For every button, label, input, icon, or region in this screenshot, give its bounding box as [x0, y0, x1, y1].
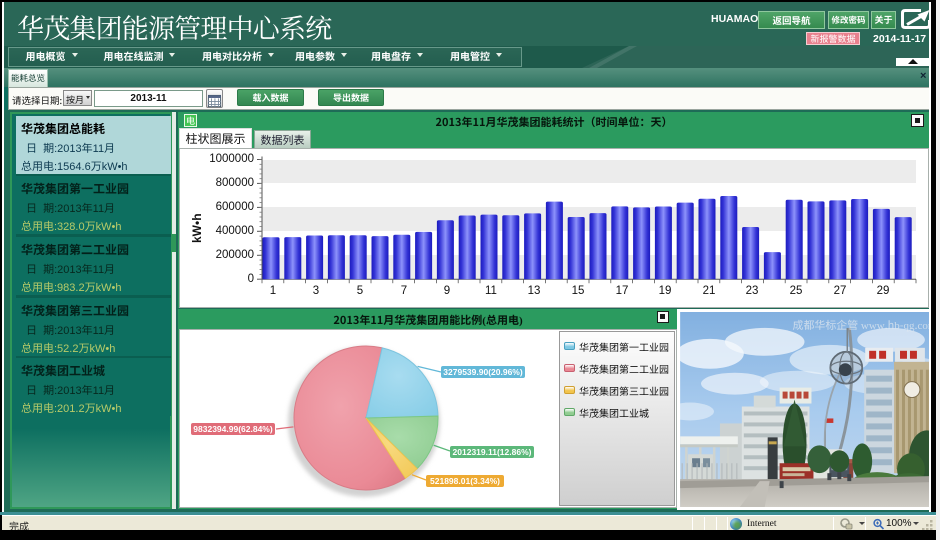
svg-text:成都华标企管 www.hb-qg.com: 成都华标企管 www.hb-qg.com: [793, 317, 930, 333]
